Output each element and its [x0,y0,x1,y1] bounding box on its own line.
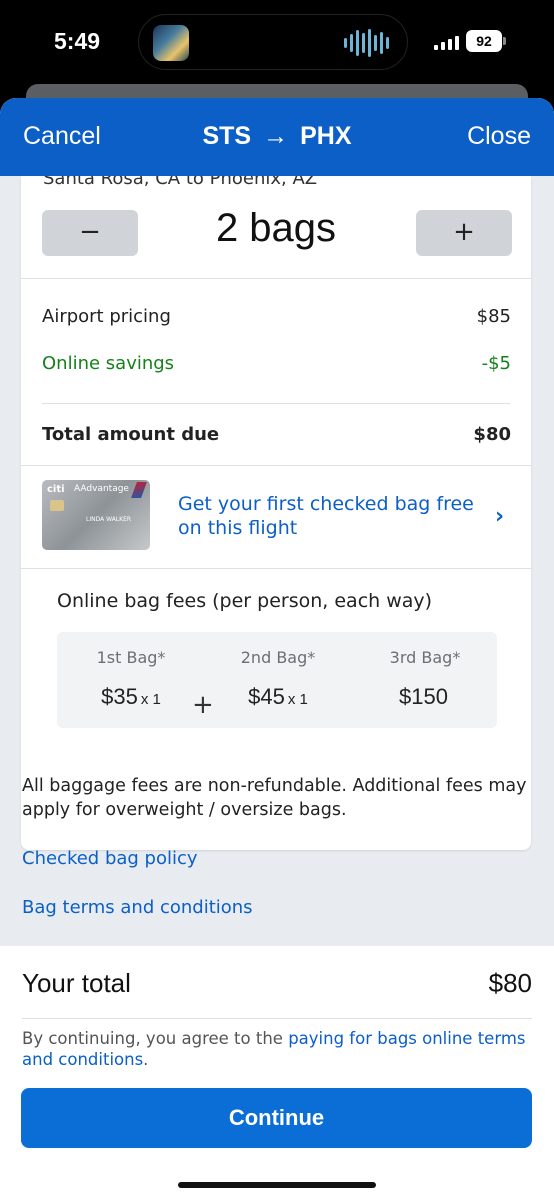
total-due-label: Total amount due [42,424,220,445]
arrow-right-icon: → [263,122,289,150]
chevron-right-icon[interactable]: › [495,504,504,529]
home-indicator [178,1182,376,1188]
card-chip [50,500,64,511]
origin-code: STS [202,122,252,150]
now-playing-artwork [153,25,189,61]
fee-value: $150 [399,684,448,709]
credit-card-image[interactable]: citi AAdvantage LINDA WALKER [42,480,150,550]
cellular-signal-icon [434,36,459,50]
terms-agreement: By continuing, you agree to the paying f… [22,1029,526,1069]
online-savings-label: Online savings [42,353,175,374]
increase-bags-button[interactable]: + [416,210,512,256]
modal-header: Cancel STS → PHX Close [0,98,554,176]
checkout-footer: Your total $80 By continuing, you agree … [0,946,554,1200]
status-time: 5:49 [54,28,101,54]
card-brand: citi [47,484,65,495]
fee-label: 2nd Bag* [240,648,316,667]
continue-button[interactable]: Continue [21,1088,532,1148]
divider [22,1018,532,1019]
divider [21,278,531,279]
close-button[interactable]: Close [467,122,531,151]
card-program: AAdvantage [74,484,129,494]
destination-code: PHX [300,122,352,150]
fees-title: Online bag fees (per person, each way) [57,590,433,612]
route-description: Santa Rosa, CA to Phoenix, AZ [43,176,318,189]
fee-value: $45 x 1 [248,684,308,709]
bag-terms-link[interactable]: Bag terms and conditions [22,897,253,918]
fees-disclaimer: All baggage fees are non-refundable. Add… [22,776,527,820]
plus-icon: + [192,690,214,720]
divider [21,465,531,466]
fees-table: 1st Bag* $35 x 1 + 2nd Bag* $45 x 1 3rd Ba… [57,632,497,728]
checked-bags-modal: Cancel STS → PHX Close Santa Rosa, CA to P… [0,98,554,1200]
airport-pricing-label: Airport pricing [42,306,171,327]
online-savings-value: -$5 [481,353,511,374]
card-promo-link[interactable]: Get your first checked bag free on this … [178,492,488,540]
status-bar: 5:49 92 [0,0,554,90]
battery-tip [503,37,506,45]
bag-selection-card: Santa Rosa, CA to Phoenix, AZ − 2 bags +… [21,176,531,850]
card-holder-name: LINDA WALKER [86,516,132,523]
your-total-value: $80 [488,968,532,998]
your-total-label: Your total [22,968,131,998]
checked-bag-policy-link[interactable]: Checked bag policy [22,848,198,869]
total-due-value: $80 [473,424,511,445]
battery-icon: 92 [466,30,502,52]
card-logo-stripe [131,482,147,498]
fee-value: $35 x 1 [101,684,161,709]
divider [42,403,510,404]
divider [21,568,531,569]
audio-waveform-icon [344,29,389,57]
airport-pricing-value: $85 [476,306,511,327]
fee-label: 1st Bag* [96,648,166,667]
dynamic-island [138,14,408,70]
fee-label: 3rd Bag* [389,648,461,667]
